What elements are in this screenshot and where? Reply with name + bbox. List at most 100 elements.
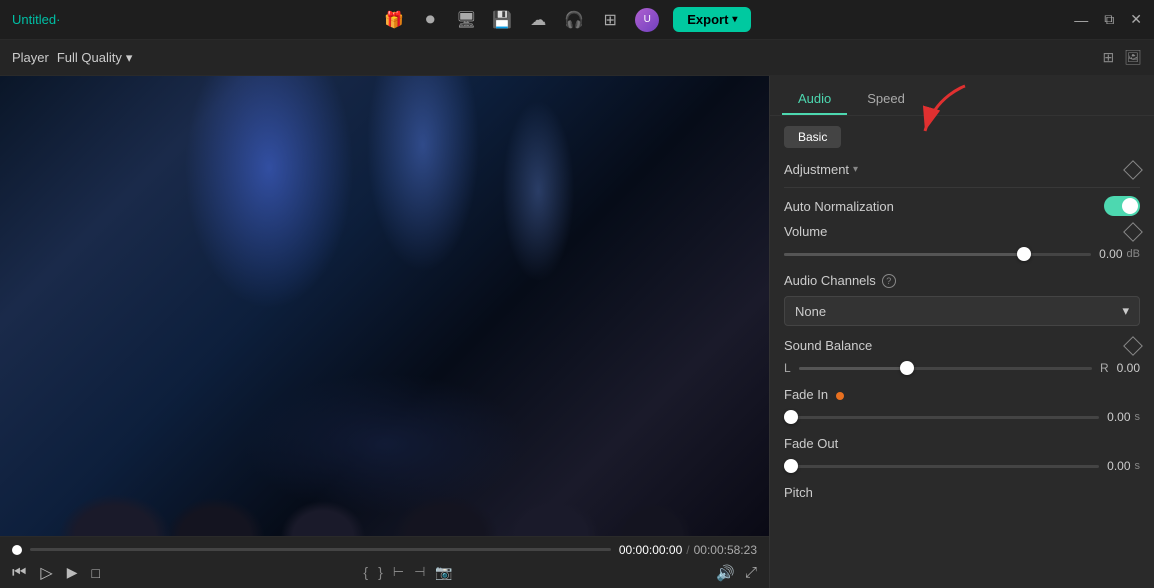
volume-button[interactable]: 🔊 (716, 564, 735, 582)
fade-in-value: 0.00 s (1107, 410, 1140, 424)
adjustment-collapse-arrow[interactable]: ▾ (853, 164, 858, 175)
fade-out-slider-thumb[interactable] (784, 459, 798, 473)
playhead-dot[interactable] (12, 545, 22, 555)
sound-balance-slider-row: L R 0.00 (784, 361, 1140, 375)
close-button[interactable]: ✕ (1130, 11, 1142, 28)
fade-out-header-row: Fade Out (784, 436, 1140, 451)
video-frame (0, 76, 769, 536)
minimize-button[interactable]: — (1074, 12, 1088, 28)
export-dropdown-arrow: ▾ (732, 14, 737, 25)
snapshot-button[interactable]: 📷 (435, 564, 452, 581)
sound-balance-value: 0.00 (1117, 361, 1140, 375)
balance-slider-thumb[interactable] (900, 361, 914, 375)
pitch-label: Pitch (784, 485, 813, 500)
video-panel: 00:00:00:00 / 00:00:58:23 ⏮ ▷ ▶ □ { } ⊢ … (0, 76, 769, 588)
gift-icon[interactable]: 🎁 (383, 9, 405, 31)
fade-out-slider-track[interactable] (784, 465, 1099, 468)
time-display: 00:00:00:00 / 00:00:58:23 (619, 543, 757, 557)
auto-normalization-row: Auto Normalization (784, 196, 1140, 216)
edit-controls: { } ⊢ ⊣ 📷 (363, 564, 452, 581)
sound-balance-header-row: Sound Balance (784, 338, 1140, 353)
quality-dropdown[interactable]: Full Quality ▾ (57, 50, 133, 66)
fade-out-slider-row: 0.00 s (784, 459, 1140, 473)
panel-tabs: Audio Speed (770, 76, 1154, 116)
fade-in-header-row: Fade In (784, 387, 1140, 402)
headphone-icon[interactable]: 🎧 (563, 9, 585, 31)
record-icon[interactable]: ⏺ (419, 9, 441, 31)
sub-tabs: Basic (784, 126, 1140, 148)
title-bar-window-controls: — ⧉ ✕ (1074, 11, 1142, 28)
audio-channels-select[interactable]: None ▾ (784, 296, 1140, 326)
volume-label: Volume (784, 224, 827, 239)
title-bar: Untitled· 🎁 ⏺ 🖥 💾 ☁ 🎧 ⊞ U Export ▾ — ⧉ ✕ (0, 0, 1154, 40)
title-bar-left: Untitled· (12, 12, 60, 27)
sound-balance-slider-track[interactable] (799, 367, 1092, 370)
grid-icon[interactable]: ⊞ (599, 9, 621, 31)
volume-keyframe-icon[interactable] (1123, 222, 1143, 242)
volume-header-row: Volume (784, 224, 1140, 239)
title-bar-center-icons: 🎁 ⏺ 🖥 💾 ☁ 🎧 ⊞ U Export ▾ (383, 7, 751, 32)
balance-right-label: R (1100, 361, 1109, 375)
fade-in-slider-row: 0.00 s (784, 410, 1140, 424)
scrubber-bar[interactable] (30, 548, 611, 551)
cloud-icon[interactable]: ☁ (527, 9, 549, 31)
sub-tab-basic[interactable]: Basic (784, 126, 841, 148)
volume-slider-row: 0.00 dB (784, 247, 1140, 261)
main-area: 00:00:00:00 / 00:00:58:23 ⏮ ▷ ▶ □ { } ⊢ … (0, 76, 1154, 588)
adjustment-keyframe-icon[interactable] (1123, 160, 1143, 180)
save-icon[interactable]: 💾 (491, 9, 513, 31)
auto-normalization-label: Auto Normalization (784, 199, 894, 214)
time-separator: / (686, 543, 689, 557)
balance-fill (799, 367, 908, 370)
scrubber-row: 00:00:00:00 / 00:00:58:23 (12, 543, 757, 557)
clip-out-button[interactable]: ⊣ (414, 564, 425, 581)
quality-dropdown-arrow: ▾ (126, 50, 133, 66)
stop-button[interactable]: □ (92, 565, 100, 581)
timeline-area: 00:00:00:00 / 00:00:58:23 ⏮ ▷ ▶ □ { } ⊢ … (0, 536, 769, 588)
bracket-out-button[interactable]: } (378, 564, 383, 581)
bracket-in-button[interactable]: { (363, 564, 368, 581)
adjustment-section-header: Adjustment ▾ (784, 162, 1140, 177)
fade-out-value: 0.00 s (1107, 459, 1140, 473)
fullscreen-button[interactable]: ⤢ (745, 564, 757, 581)
export-button[interactable]: Export ▾ (673, 7, 751, 32)
panel-content: Basic Adjustment ▾ Auto Normalization (770, 116, 1154, 588)
auto-normalization-toggle[interactable] (1104, 196, 1140, 216)
toggle-knob (1122, 198, 1138, 214)
right-panel: Audio Speed (769, 76, 1154, 588)
tab-audio[interactable]: Audio (782, 84, 847, 115)
play-button[interactable]: ▷ (40, 563, 52, 583)
volume-value: 0.00 dB (1099, 247, 1140, 261)
time-current: 00:00:00:00 (619, 543, 682, 557)
audio-channels-label-area: Audio Channels ? (784, 273, 896, 288)
fade-out-label: Fade Out (784, 436, 838, 451)
restore-button[interactable]: ⧉ (1104, 11, 1114, 28)
audio-channels-header-row: Audio Channels ? (784, 273, 1140, 288)
sound-balance-keyframe-icon[interactable] (1123, 336, 1143, 356)
avatar[interactable]: U (635, 8, 659, 32)
time-total: 00:00:58:23 (694, 543, 757, 557)
player-label: Player (12, 50, 49, 65)
player-bar-left: Player Full Quality ▾ (12, 50, 132, 66)
skip-back-button[interactable]: ⏮ (12, 564, 26, 582)
pitch-row: Pitch (784, 485, 1140, 500)
monitor-icon[interactable]: 🖥 (455, 9, 477, 31)
player-bar: Player Full Quality ▾ ⊞ 🖼 (0, 40, 1154, 76)
fade-in-slider-track[interactable] (784, 416, 1099, 419)
select-chevron-icon: ▾ (1122, 303, 1129, 319)
image-view-icon[interactable]: 🖼 (1124, 49, 1142, 66)
sound-balance-label: Sound Balance (784, 338, 872, 353)
app-title: Untitled· (12, 12, 60, 27)
playback-controls: ⏮ ▷ ▶ □ (12, 563, 100, 583)
volume-slider-track[interactable] (784, 253, 1091, 256)
audio-channels-help-icon[interactable]: ? (882, 274, 896, 288)
play-loop-button[interactable]: ▶ (67, 564, 78, 581)
clip-in-button[interactable]: ⊢ (393, 564, 404, 581)
tab-speed[interactable]: Speed (851, 84, 921, 115)
fade-in-slider-thumb[interactable] (784, 410, 798, 424)
grid-view-icon[interactable]: ⊞ (1102, 49, 1114, 66)
divider (784, 187, 1140, 188)
audio-channels-label: Audio Channels (784, 273, 876, 288)
volume-slider-fill (784, 253, 1024, 256)
volume-slider-thumb[interactable] (1017, 247, 1031, 261)
